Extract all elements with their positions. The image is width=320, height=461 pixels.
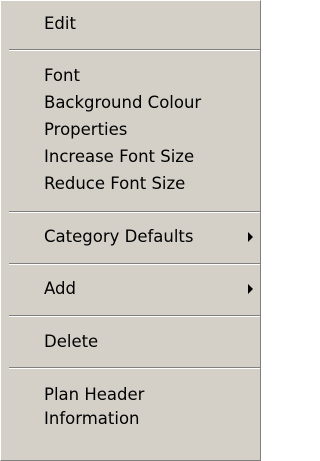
context-menu: Edit Font Background Colour Properties I… bbox=[0, 0, 261, 461]
menu-item-category-defaults[interactable]: Category Defaults bbox=[1, 223, 260, 251]
menu-item-label: Add bbox=[44, 279, 76, 298]
menu-item-increase-font-size[interactable]: Increase Font Size bbox=[1, 143, 260, 171]
menu-item-delete[interactable]: Delete bbox=[1, 328, 260, 356]
menu-item-label: Properties bbox=[44, 120, 128, 139]
menu-item-background-colour[interactable]: Background Colour bbox=[1, 89, 260, 117]
triangle-right-icon bbox=[248, 284, 253, 294]
menu-separator bbox=[9, 49, 260, 51]
menu-item-label: Delete bbox=[44, 332, 99, 351]
menu-separator bbox=[9, 211, 260, 213]
menu-item-font[interactable]: Font bbox=[1, 62, 260, 90]
menu-item-label: Information bbox=[44, 409, 140, 428]
menu-separator bbox=[9, 315, 260, 317]
menu-item-label: Increase Font Size bbox=[44, 147, 195, 166]
menu-item-edit[interactable]: Edit bbox=[1, 10, 260, 38]
menu-item-label: Background Colour bbox=[44, 93, 202, 112]
menu-separator bbox=[9, 367, 260, 369]
menu-item-information[interactable]: Information bbox=[1, 405, 260, 433]
menu-item-label: Font bbox=[44, 66, 80, 85]
menu-separator bbox=[9, 263, 260, 265]
menu-item-label: Category Defaults bbox=[44, 227, 194, 246]
triangle-right-icon bbox=[248, 232, 253, 242]
menu-item-label: Edit bbox=[44, 14, 76, 33]
menu-item-add[interactable]: Add bbox=[1, 275, 260, 303]
menu-item-reduce-font-size[interactable]: Reduce Font Size bbox=[1, 170, 260, 198]
menu-item-label: Reduce Font Size bbox=[44, 174, 186, 193]
menu-item-properties[interactable]: Properties bbox=[1, 116, 260, 144]
